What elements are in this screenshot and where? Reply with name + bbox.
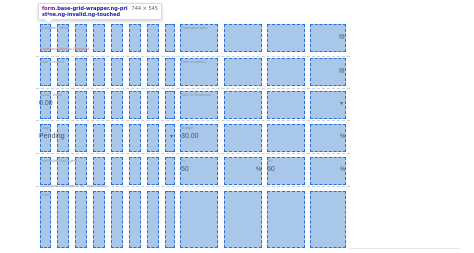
chevron-down-icon[interactable]: ▾ xyxy=(340,101,343,107)
grid-column xyxy=(111,191,123,248)
calendar-icon[interactable]: ▤ xyxy=(339,34,345,40)
grid-column xyxy=(75,91,87,119)
date-created-label: Date Created xyxy=(40,59,64,64)
page-edge xyxy=(350,248,460,249)
grid-column xyxy=(310,191,346,248)
grid-column xyxy=(267,91,305,119)
grid-column xyxy=(75,124,87,152)
grid-column xyxy=(165,191,175,248)
actual-value-label: Actual Value xyxy=(40,92,63,97)
grid-column xyxy=(224,58,262,86)
row-divider xyxy=(36,88,350,89)
element-size: 744 × 545 xyxy=(131,6,158,12)
element-selector: form.base-grid-wrapper.ng-pristine.ng-in… xyxy=(42,6,130,18)
stage-select[interactable]: Pending xyxy=(39,133,65,141)
grid-column xyxy=(111,124,123,152)
grid-column xyxy=(129,157,141,185)
percent-suffix: % xyxy=(340,134,346,140)
grid-column xyxy=(147,91,159,119)
grid-column xyxy=(165,91,175,119)
grid-column xyxy=(57,191,69,248)
grid-column xyxy=(111,24,123,52)
grid-column xyxy=(129,58,141,86)
row-divider xyxy=(36,120,350,121)
grid-column xyxy=(129,91,141,119)
bc-label: Bc xyxy=(267,158,272,163)
grid-column xyxy=(147,191,159,248)
grid-column xyxy=(93,24,105,52)
grid-column xyxy=(111,157,123,185)
grid-column xyxy=(129,24,141,52)
description-label: Additional Description for Opportunity xyxy=(40,183,107,188)
notes-label: Notes xyxy=(40,192,51,197)
row-divider xyxy=(36,56,350,57)
estimated-value-label: Estimated Value xyxy=(40,25,69,30)
grid-column xyxy=(75,58,87,86)
probability-label: Probability Set Agent xyxy=(40,158,78,163)
grid-column xyxy=(40,191,51,248)
date-modified-label: Date Modified xyxy=(181,59,206,64)
grid-column xyxy=(75,191,87,248)
bc-input[interactable]: 50 xyxy=(267,166,275,174)
grid-column xyxy=(147,24,159,52)
grid-column xyxy=(93,191,105,248)
grid-column xyxy=(165,58,175,86)
grid-column xyxy=(147,124,159,152)
probability-short-label: Pr xyxy=(181,158,185,163)
probability-input[interactable]: 50 xyxy=(181,166,189,174)
grid-column xyxy=(111,58,123,86)
estimated-value-error: Expected Value is Required xyxy=(40,46,90,51)
grid-column xyxy=(267,24,305,52)
grid-column xyxy=(165,157,175,185)
grid-column xyxy=(147,58,159,86)
grid-column xyxy=(129,191,141,248)
actual-value-input[interactable]: 0.00 xyxy=(39,100,53,108)
grid-column xyxy=(224,191,262,248)
row-divider xyxy=(36,153,350,154)
inspector-tooltip: form.base-grid-wrapper.ng-pristine.ng-in… xyxy=(38,3,162,25)
estimated-date-label: Estimated date xyxy=(181,25,208,30)
grid-column xyxy=(267,58,305,86)
calendar-icon[interactable]: ▤ xyxy=(339,68,345,74)
percent-suffix: % xyxy=(256,167,262,173)
grid-column xyxy=(93,91,105,119)
grid-column xyxy=(93,58,105,86)
grid-column xyxy=(267,124,305,152)
size-of-business-label: Size of Business xyxy=(181,92,211,97)
element-classes: .base-grid-wrapper.ng-pristine.ng-invali… xyxy=(42,6,128,18)
grid-column xyxy=(165,24,175,52)
chevron-down-icon[interactable]: ▾ xyxy=(170,134,173,140)
margin-label: Margin xyxy=(181,125,194,130)
grid-column xyxy=(129,124,141,152)
margin-input[interactable]: 30.00 xyxy=(181,133,199,141)
grid-column xyxy=(93,124,105,152)
page: Estimated Value Expected Value is Requir… xyxy=(0,0,474,253)
grid-column xyxy=(267,191,305,248)
grid-column xyxy=(147,157,159,185)
grid-column xyxy=(180,191,218,248)
grid-column xyxy=(224,24,262,52)
percent-suffix: % xyxy=(340,167,346,173)
stage-label: Stage xyxy=(40,125,51,130)
grid-column xyxy=(111,91,123,119)
grid-column xyxy=(224,124,262,152)
grid-column xyxy=(224,91,262,119)
grid-column xyxy=(93,157,105,185)
